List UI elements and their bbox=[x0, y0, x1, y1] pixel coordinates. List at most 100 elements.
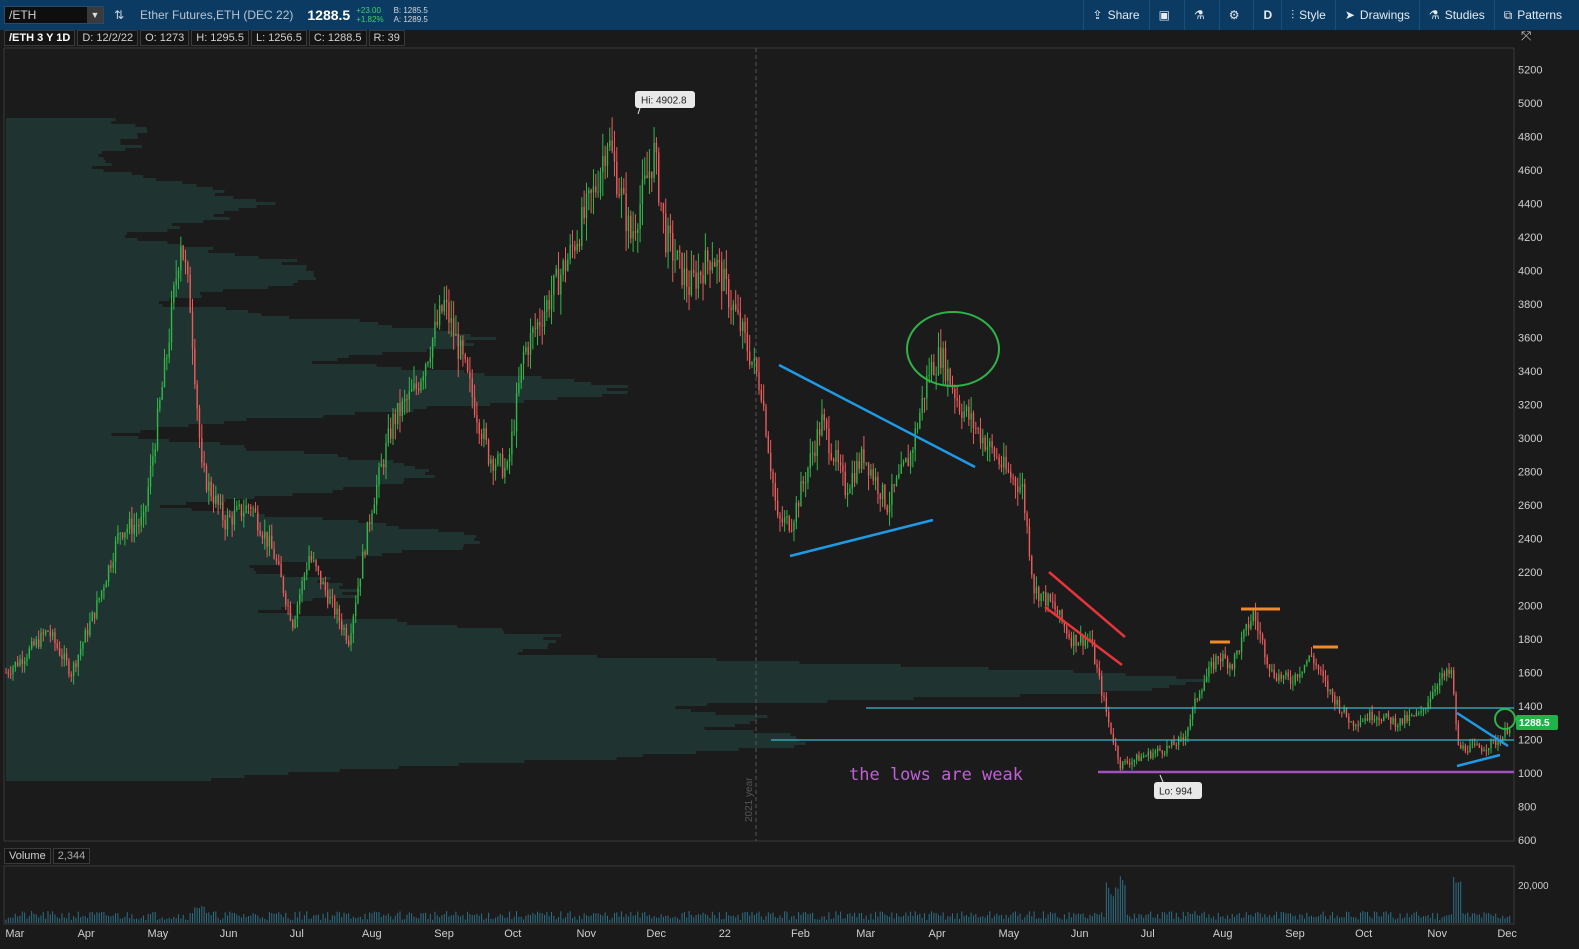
candle-body bbox=[975, 428, 977, 430]
candle-body bbox=[1119, 759, 1122, 769]
candle-body bbox=[387, 428, 390, 443]
candle-body bbox=[233, 510, 236, 525]
candle-body bbox=[1299, 673, 1301, 678]
profile-bar bbox=[6, 145, 142, 148]
candle-body bbox=[1149, 751, 1152, 759]
candle-body bbox=[1014, 478, 1017, 486]
time-tick: Apr bbox=[929, 928, 946, 940]
candle-body bbox=[881, 484, 884, 500]
candle-body bbox=[539, 322, 541, 326]
price-tick: 3800 bbox=[1518, 299, 1542, 311]
candle-body bbox=[1252, 611, 1254, 622]
profile-bar bbox=[6, 325, 392, 328]
candle-body bbox=[464, 354, 466, 360]
candle-body bbox=[1455, 693, 1457, 724]
candle-body bbox=[306, 569, 308, 576]
candle-body bbox=[1231, 664, 1233, 669]
crosshair-icon[interactable]: ⤧ bbox=[1521, 28, 1532, 43]
profile-bar bbox=[6, 160, 106, 163]
candle-body bbox=[266, 531, 268, 547]
profile-bar bbox=[6, 277, 316, 280]
candle-body bbox=[837, 450, 839, 463]
time-axis[interactable]: Mar Apr May Jun Jul Aug Sep Oct Nov Dec 22 Feb Mar Ap… bbox=[5, 928, 1517, 940]
candle-body bbox=[1203, 682, 1205, 691]
candle-body bbox=[548, 300, 550, 310]
candle-body bbox=[702, 274, 704, 284]
candle-body bbox=[329, 597, 331, 604]
candle-body bbox=[89, 621, 91, 636]
candle-body bbox=[177, 270, 180, 279]
candle-body bbox=[72, 663, 75, 677]
candle-body bbox=[550, 294, 553, 310]
candle-body bbox=[1490, 739, 1492, 749]
profile-bar bbox=[6, 175, 144, 178]
time-tick: Dec bbox=[646, 928, 666, 940]
candle-body bbox=[124, 532, 126, 538]
profile-bar bbox=[6, 292, 201, 295]
time-tick: Jul bbox=[1141, 928, 1155, 940]
annotation-text[interactable]: the lows are weak bbox=[849, 765, 1023, 785]
candle-body bbox=[254, 508, 257, 512]
candle-body bbox=[667, 225, 669, 253]
candle-body bbox=[1000, 464, 1003, 468]
candle-body bbox=[1205, 676, 1208, 683]
candle-body bbox=[47, 630, 49, 632]
candle-body bbox=[327, 590, 329, 604]
profile-bar bbox=[6, 751, 697, 754]
profile-bar bbox=[6, 433, 112, 436]
candle-body bbox=[452, 317, 455, 336]
candle-body bbox=[746, 333, 749, 352]
candle-body bbox=[720, 261, 723, 291]
profile-bar bbox=[6, 535, 477, 538]
candle-body bbox=[268, 535, 271, 547]
profile-bar bbox=[6, 142, 121, 145]
profile-bar bbox=[6, 151, 103, 154]
candle-body bbox=[240, 504, 243, 517]
candle-body bbox=[909, 452, 912, 467]
candle-body bbox=[620, 188, 623, 196]
profile-bar bbox=[6, 442, 221, 445]
candle-body bbox=[54, 632, 56, 644]
candle-body bbox=[1250, 621, 1252, 629]
candle-body bbox=[895, 477, 898, 486]
candle-body bbox=[977, 428, 979, 430]
candle-body bbox=[961, 411, 963, 418]
candle-body bbox=[919, 413, 921, 429]
candle-body bbox=[949, 368, 951, 385]
candle-body bbox=[741, 322, 744, 331]
price-chart[interactable]: 2021 year 600 800 1000 1200 1400 1600 1800 2000… bbox=[0, 0, 1579, 949]
candle-body bbox=[166, 357, 168, 359]
candle-body bbox=[252, 508, 254, 510]
candle-body bbox=[408, 391, 411, 400]
candle-body bbox=[555, 268, 557, 276]
candle-body bbox=[532, 328, 534, 334]
candle-body bbox=[639, 204, 641, 230]
candle-body bbox=[1308, 655, 1310, 662]
profile-bar bbox=[6, 499, 226, 502]
candle-body bbox=[110, 565, 112, 568]
candle-body bbox=[707, 250, 709, 262]
profile-bar bbox=[6, 229, 168, 232]
candle-body bbox=[714, 262, 716, 267]
profile-bar bbox=[6, 130, 148, 133]
candle-body bbox=[368, 521, 371, 525]
candle-body bbox=[1420, 710, 1422, 713]
candle-body bbox=[1173, 740, 1175, 745]
profile-bar bbox=[6, 181, 183, 184]
candle-body bbox=[441, 305, 443, 312]
profile-bar bbox=[6, 241, 168, 244]
candle-body bbox=[114, 540, 117, 563]
profile-bar bbox=[6, 274, 314, 277]
profile-bar bbox=[6, 154, 99, 157]
candle-body bbox=[933, 362, 935, 376]
candle-body bbox=[273, 548, 275, 559]
candle-body bbox=[490, 459, 492, 464]
candle-body bbox=[112, 562, 114, 568]
candle-body bbox=[739, 312, 742, 331]
candle-body bbox=[942, 348, 944, 369]
candle-body bbox=[1471, 743, 1474, 745]
candle-body bbox=[1334, 695, 1336, 705]
candle-body bbox=[832, 459, 835, 462]
profile-bar bbox=[6, 703, 708, 706]
profile-bar bbox=[6, 346, 456, 349]
